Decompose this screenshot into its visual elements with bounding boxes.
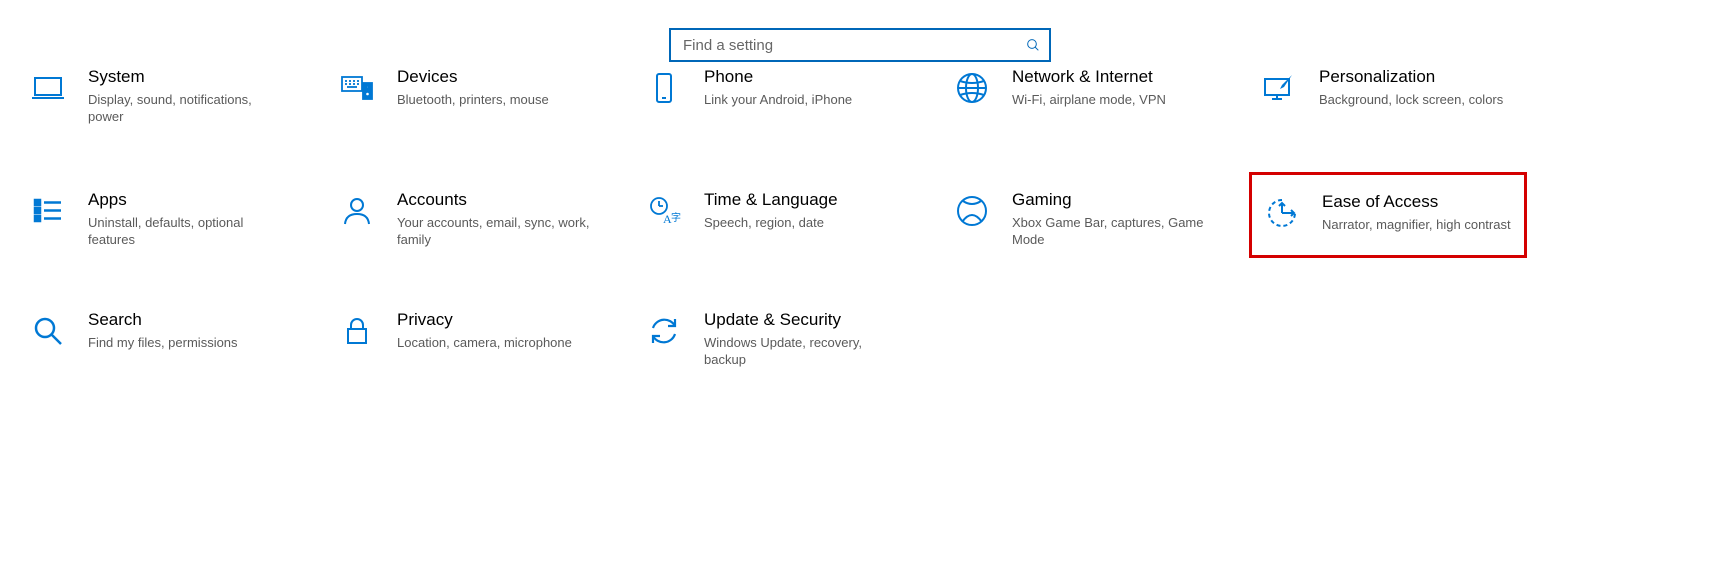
tile-title: Accounts bbox=[397, 189, 597, 211]
search-box[interactable] bbox=[669, 28, 1051, 62]
tile-title: System bbox=[88, 66, 288, 88]
tile-desc: Uninstall, defaults, optional features bbox=[88, 214, 288, 248]
tile-desc: Find my files, permissions bbox=[88, 334, 238, 351]
search-input[interactable] bbox=[681, 36, 1025, 55]
tile-title: Phone bbox=[704, 66, 852, 88]
apps-list-icon bbox=[28, 191, 68, 231]
sync-icon bbox=[644, 311, 684, 351]
search-area bbox=[0, 0, 1720, 62]
tile-search[interactable]: Search Find my files, permissions bbox=[24, 305, 304, 357]
tile-update-security[interactable]: Update & Security Windows Update, recove… bbox=[640, 305, 920, 374]
tile-title: Gaming bbox=[1012, 189, 1212, 211]
laptop-icon bbox=[28, 68, 68, 108]
person-icon bbox=[337, 191, 377, 231]
svg-text:字: 字 bbox=[671, 211, 681, 224]
tile-ease-of-access[interactable]: Ease of Access Narrator, magnifier, high… bbox=[1249, 172, 1527, 258]
tile-desc: Your accounts, email, sync, work, family bbox=[397, 214, 597, 248]
tile-privacy[interactable]: Privacy Location, camera, microphone bbox=[333, 305, 613, 357]
tile-time-language[interactable]: A 字 Time & Language Speech, region, date bbox=[640, 185, 920, 237]
tile-desc: Speech, region, date bbox=[704, 214, 838, 231]
tile-desc: Background, lock screen, colors bbox=[1319, 91, 1503, 108]
phone-icon bbox=[644, 68, 684, 108]
tile-title: Devices bbox=[397, 66, 549, 88]
settings-grid: System Display, sound, notifications, po… bbox=[0, 62, 1720, 132]
tile-title: Privacy bbox=[397, 309, 572, 331]
ease-of-access-icon bbox=[1262, 193, 1302, 233]
tile-desc: Display, sound, notifications, power bbox=[88, 91, 288, 125]
tile-accounts[interactable]: Accounts Your accounts, email, sync, wor… bbox=[333, 185, 613, 254]
pen-monitor-icon bbox=[1259, 68, 1299, 108]
tile-gaming[interactable]: Gaming Xbox Game Bar, captures, Game Mod… bbox=[948, 185, 1228, 254]
tile-system[interactable]: System Display, sound, notifications, po… bbox=[24, 62, 304, 131]
tile-title: Personalization bbox=[1319, 66, 1503, 88]
tile-desc: Narrator, magnifier, high contrast bbox=[1322, 216, 1511, 233]
tile-desc: Windows Update, recovery, backup bbox=[704, 334, 904, 368]
tile-desc: Bluetooth, printers, mouse bbox=[397, 91, 549, 108]
tile-devices[interactable]: Devices Bluetooth, printers, mouse bbox=[333, 62, 613, 114]
tile-title: Search bbox=[88, 309, 238, 331]
tile-personalization[interactable]: Personalization Background, lock screen,… bbox=[1255, 62, 1535, 114]
tile-desc: Xbox Game Bar, captures, Game Mode bbox=[1012, 214, 1212, 248]
tile-title: Ease of Access bbox=[1322, 191, 1511, 213]
tile-title: Network & Internet bbox=[1012, 66, 1166, 88]
tile-title: Time & Language bbox=[704, 189, 838, 211]
clock-language-icon: A 字 bbox=[644, 191, 684, 231]
tile-desc: Location, camera, microphone bbox=[397, 334, 572, 351]
magnifier-icon bbox=[28, 311, 68, 351]
tile-network[interactable]: Network & Internet Wi-Fi, airplane mode,… bbox=[948, 62, 1228, 114]
tile-desc: Link your Android, iPhone bbox=[704, 91, 852, 108]
lock-icon bbox=[337, 311, 377, 351]
tile-apps[interactable]: Apps Uninstall, defaults, optional featu… bbox=[24, 185, 304, 254]
xbox-icon bbox=[952, 191, 992, 231]
tile-desc: Wi-Fi, airplane mode, VPN bbox=[1012, 91, 1166, 108]
keyboard-speaker-icon bbox=[337, 68, 377, 108]
tile-title: Update & Security bbox=[704, 309, 904, 331]
search-icon bbox=[1025, 37, 1041, 53]
globe-icon bbox=[952, 68, 992, 108]
tile-phone[interactable]: Phone Link your Android, iPhone bbox=[640, 62, 920, 114]
tile-title: Apps bbox=[88, 189, 288, 211]
